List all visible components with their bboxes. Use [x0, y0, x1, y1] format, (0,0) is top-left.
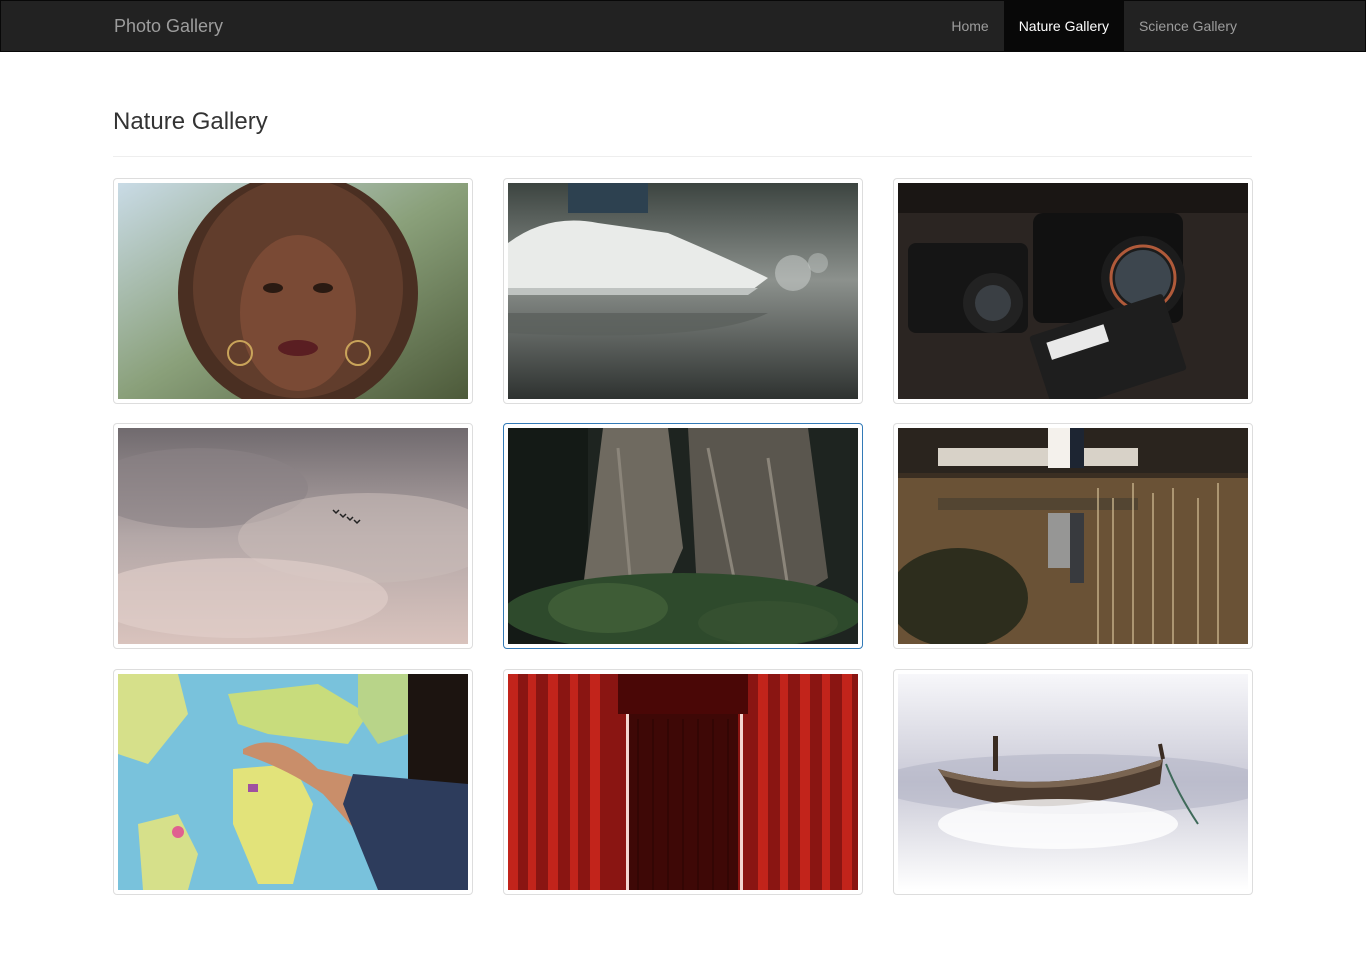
gallery-thumbnail-cameras[interactable] [893, 178, 1253, 404]
photo-forest-tree-trunk [508, 428, 858, 644]
nav-links: Home Nature Gallery Science Gallery [936, 1, 1252, 51]
gallery-thumbnail-world-map-hand[interactable] [113, 669, 473, 895]
brand-link[interactable]: Photo Gallery [114, 1, 223, 51]
photo-world-map-hand [118, 674, 468, 890]
photo-cloudy-sky-birds [118, 428, 468, 644]
title-divider [113, 156, 1252, 157]
gallery-thumbnail-cloudy-sky-birds[interactable] [113, 423, 473, 649]
page-title: Nature Gallery [113, 108, 268, 135]
nav-science-gallery-link[interactable]: Science Gallery [1124, 1, 1252, 51]
gallery-thumbnail-forest-tree-trunk[interactable] [503, 423, 863, 649]
gallery-thumbnail-woman-portrait[interactable] [113, 178, 473, 404]
nav-home-link[interactable]: Home [936, 1, 1003, 51]
nav-nature-gallery-link[interactable]: Nature Gallery [1003, 1, 1124, 51]
gallery-thumbnail-sneakers-splash[interactable] [503, 178, 863, 404]
photo-woman-portrait [118, 183, 468, 399]
photo-sneakers-splash [508, 183, 858, 399]
gallery-thumbnail-wedding-dock-reflection[interactable] [893, 423, 1253, 649]
photo-boat-in-mist [898, 674, 1248, 890]
photo-red-corridor [508, 674, 858, 890]
photo-wedding-dock-reflection [898, 428, 1248, 644]
gallery-thumbnail-boat-in-mist[interactable] [893, 669, 1253, 895]
top-navbar: Photo Gallery Home Nature Gallery Scienc… [0, 0, 1366, 52]
photo-cameras [898, 183, 1248, 399]
gallery-thumbnail-red-corridor[interactable] [503, 669, 863, 895]
